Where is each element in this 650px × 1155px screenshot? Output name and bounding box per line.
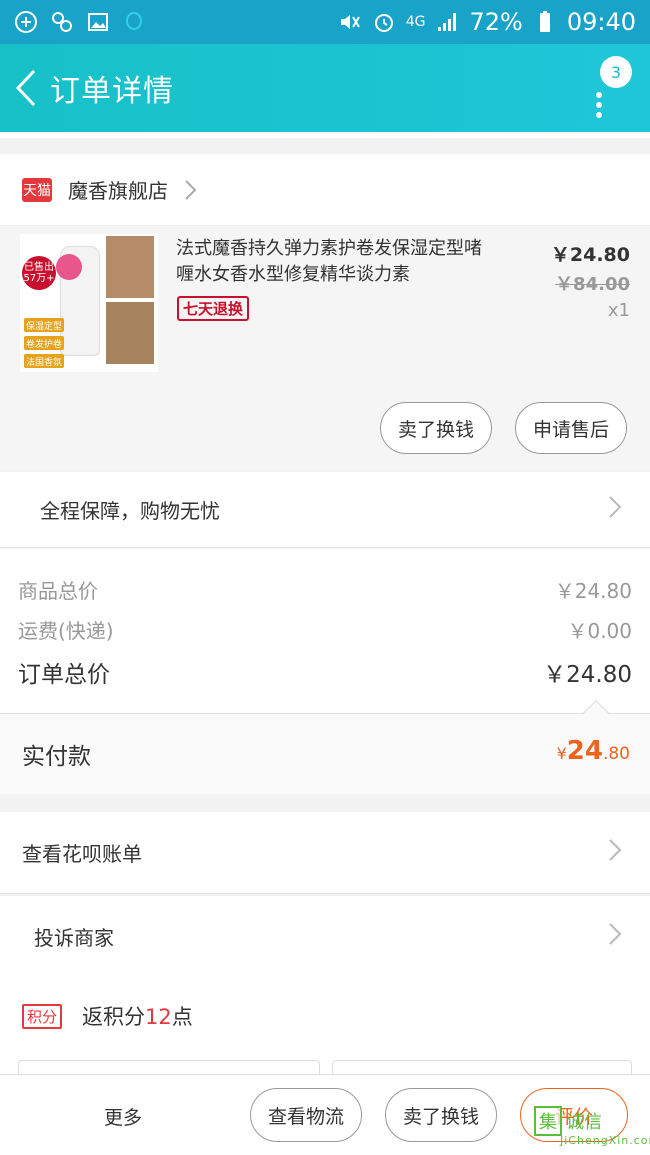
sell-for-cash-bottom-button[interactable]: 卖了换钱 <box>385 1088 497 1142</box>
guarantee-label: 全程保障，购物无忧 <box>40 499 220 523</box>
status-right-icons: 4G 72% 09:40 <box>338 8 636 36</box>
huabei-bill-row[interactable]: 查看花呗账单 <box>0 812 650 894</box>
guarantee-row[interactable]: 全程保障，购物无忧 <box>0 472 650 548</box>
price-summary: 商品总价 ￥24.80 运费(快递) ￥0.00 订单总价 ￥24.80 <box>0 549 650 714</box>
goods-total-label: 商品总价 <box>18 579 98 603</box>
status-left-icons <box>14 10 146 34</box>
order-total-value: ￥24.80 <box>543 662 632 688</box>
points-row: 积分 返积分12点 <box>0 976 650 1056</box>
watermark-text: 诚信 <box>566 1112 602 1133</box>
shipping-label: 运费(快递) <box>18 619 114 643</box>
rose-graphic <box>56 254 82 280</box>
image-label: 法国香氛 <box>24 354 64 368</box>
product-quantity: x1 <box>607 300 630 321</box>
product-price: ￥24.80 <box>550 244 630 266</box>
battery-level: 72% <box>469 8 523 36</box>
order-total-label: 订单总价 <box>18 662 110 688</box>
goods-total-row: 商品总价 ￥24.80 <box>18 575 632 604</box>
original-price: ￥84.00 <box>555 274 630 295</box>
watermark-icon: 集 <box>534 1106 562 1136</box>
more-menu-button[interactable]: 3 <box>584 56 632 122</box>
image-icon <box>88 13 108 31</box>
add-circle-icon <box>15 11 37 33</box>
battery-icon <box>539 11 550 32</box>
complaint-row[interactable]: 投诉商家 <box>0 896 650 978</box>
network-4g-icon: 4G <box>405 14 426 30</box>
product-item[interactable]: 已售出 57万+ 保湿定型 卷发护卷 法国香氛 法式魔香持久弹力素护卷发保湿定型… <box>0 226 650 470</box>
order-total-row: 订单总价 ￥24.80 <box>18 655 632 689</box>
page-title: 订单详情 <box>50 74 174 109</box>
more-vertical-icon <box>596 92 604 122</box>
back-button[interactable] <box>4 44 48 132</box>
header-divider <box>0 132 650 138</box>
clock-time: 09:40 <box>566 8 636 36</box>
signal-icon <box>438 13 457 31</box>
product-image[interactable]: 已售出 57万+ 保湿定型 卷发护卷 法国香氛 <box>20 234 158 372</box>
sales-tag: 已售出 57万+ <box>22 256 56 290</box>
chevron-right-icon <box>608 495 622 524</box>
shop-name: 魔香旗舰店 <box>68 179 168 203</box>
status-bar: 4G 72% 09:40 <box>0 0 650 44</box>
notification-badge: 3 <box>600 56 632 88</box>
chevron-right-icon <box>608 922 622 951</box>
paid-label: 实付款 <box>22 744 91 770</box>
image-label: 保湿定型 <box>24 318 64 332</box>
sell-for-cash-button[interactable]: 卖了换钱 <box>380 402 492 454</box>
order-card: 天猫 魔香旗舰店 已售出 57万+ 保湿定型 卷发护卷 法国香氛 法式魔香持久弹… <box>0 154 650 470</box>
points-tag: 积分 <box>22 1003 63 1029</box>
goods-total-value: ￥24.80 <box>554 579 632 603</box>
shipping-value: ￥0.00 <box>567 619 632 643</box>
complaint-label: 投诉商家 <box>34 926 114 950</box>
view-logistics-button[interactable]: 查看物流 <box>250 1088 362 1142</box>
more-button[interactable]: 更多 <box>104 1103 142 1130</box>
watermark-url: JiChengXin.com <box>560 1134 650 1147</box>
after-sale-button[interactable]: 申请售后 <box>515 402 627 454</box>
paid-amount: ¥24.80 <box>556 736 630 766</box>
chevron-right-icon <box>184 179 198 201</box>
box-left <box>18 1060 320 1074</box>
hair-photo <box>106 236 154 298</box>
return-policy-badge: 七天退换 <box>177 296 250 321</box>
image-label: 卷发护卷 <box>24 336 64 350</box>
shop-row[interactable]: 天猫 魔香旗舰店 <box>0 154 650 226</box>
eight-icon <box>52 12 72 32</box>
points-text: 返积分12点 <box>82 1005 193 1029</box>
header: 订单详情 3 <box>0 44 650 132</box>
qq-icon <box>126 12 142 30</box>
huabei-bill-label: 查看花呗账单 <box>22 842 142 866</box>
hair-photo <box>106 302 154 364</box>
paid-amount-row: 实付款 ¥24.80 <box>0 699 650 794</box>
box-right <box>332 1060 632 1074</box>
partial-boxes <box>0 1056 650 1074</box>
product-title: 法式魔香持久弹力素护卷发保湿定型啫喱水女香水型修复精华谈力素 <box>176 238 482 285</box>
tmall-icon: 天猫 <box>22 177 52 202</box>
shipping-row: 运费(快递) ￥0.00 <box>18 615 632 644</box>
watermark-logo: 集 诚信 JiChengXin.com <box>534 1098 650 1147</box>
mute-icon <box>340 15 360 29</box>
chevron-left-icon <box>15 69 36 107</box>
alarm-icon <box>374 14 393 32</box>
chevron-right-icon <box>608 838 622 867</box>
